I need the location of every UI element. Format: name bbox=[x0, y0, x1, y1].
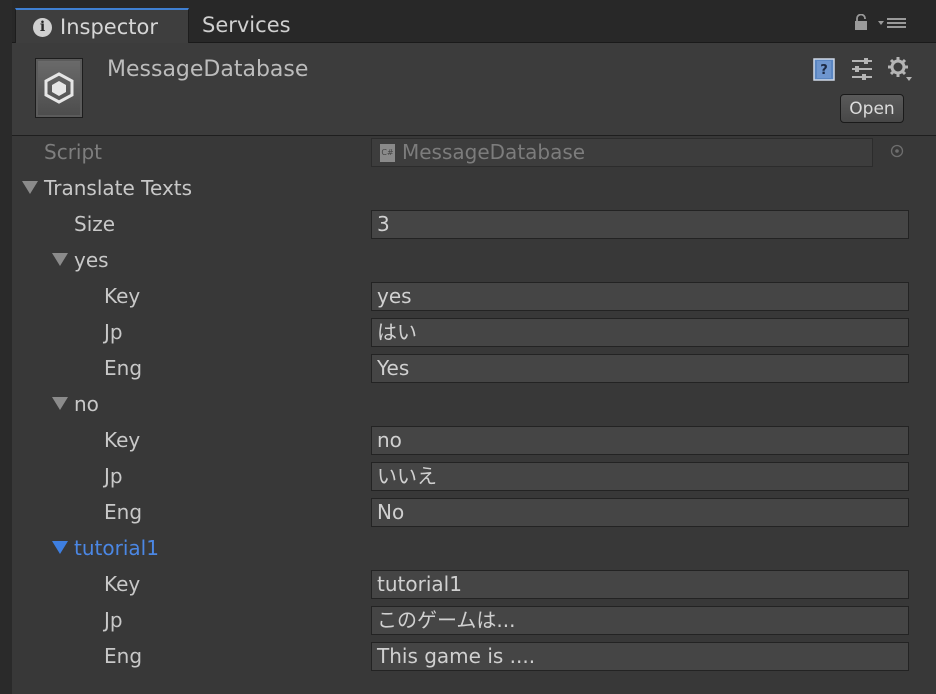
inspector-header: MessageDatabase ? Open bbox=[12, 43, 936, 136]
svg-text:?: ? bbox=[820, 63, 828, 78]
size-field[interactable]: 3 bbox=[371, 210, 909, 239]
tab-inspector-label: Inspector bbox=[60, 15, 158, 39]
key-row: Key yes bbox=[12, 280, 936, 316]
tab-bar: i Inspector Services bbox=[12, 0, 936, 44]
script-row: Script C# MessageDatabase bbox=[12, 136, 936, 172]
element-label: yes bbox=[52, 244, 109, 280]
object-picker-icon[interactable] bbox=[890, 144, 904, 158]
element-label: tutorial1 bbox=[52, 532, 159, 568]
eng-row: Eng Yes bbox=[12, 352, 936, 388]
menu-icon[interactable] bbox=[878, 16, 906, 30]
open-button[interactable]: Open bbox=[840, 94, 904, 123]
jp-row: Jp いいえ bbox=[12, 460, 936, 496]
foldout-triangle-icon[interactable] bbox=[52, 253, 68, 266]
key-field[interactable]: no bbox=[371, 426, 909, 455]
key-field[interactable]: tutorial1 bbox=[371, 570, 909, 599]
translate-texts-row[interactable]: Translate Texts bbox=[12, 172, 936, 208]
eng-label: Eng bbox=[104, 500, 143, 524]
eng-label: Eng bbox=[104, 644, 143, 668]
element-foldout-no[interactable]: no bbox=[12, 388, 936, 424]
key-field[interactable]: yes bbox=[371, 282, 909, 311]
eng-label: Eng bbox=[104, 356, 143, 380]
key-label: Key bbox=[104, 428, 141, 452]
jp-field[interactable]: いいえ bbox=[371, 462, 909, 491]
key-label: Key bbox=[104, 284, 141, 308]
jp-field[interactable]: このゲームは... bbox=[371, 606, 909, 635]
jp-label: Jp bbox=[104, 320, 123, 344]
info-icon: i bbox=[33, 17, 52, 37]
eng-field[interactable]: No bbox=[371, 498, 909, 527]
eng-row: Eng No bbox=[12, 496, 936, 532]
csharp-file-icon: C# bbox=[380, 143, 395, 162]
script-field[interactable]: C# MessageDatabase bbox=[371, 138, 873, 167]
size-label: Size bbox=[74, 212, 116, 236]
object-title: MessageDatabase bbox=[107, 57, 309, 82]
eng-field[interactable]: Yes bbox=[371, 354, 909, 383]
size-row: Size 3 bbox=[12, 208, 936, 244]
lock-icon[interactable] bbox=[854, 14, 868, 30]
help-book-icon[interactable]: ? bbox=[812, 57, 836, 81]
tab-services-label: Services bbox=[202, 13, 291, 37]
tab-inspector[interactable]: i Inspector bbox=[15, 8, 189, 44]
foldout-triangle-icon[interactable] bbox=[52, 397, 68, 410]
element-foldout-tutorial1[interactable]: tutorial1 bbox=[12, 532, 936, 568]
gear-icon[interactable] bbox=[888, 57, 912, 81]
eng-field[interactable]: This game is .... bbox=[371, 642, 909, 671]
script-label: Script bbox=[44, 140, 103, 164]
foldout-triangle-icon[interactable] bbox=[52, 541, 68, 554]
key-row: Key tutorial1 bbox=[12, 568, 936, 604]
jp-label: Jp bbox=[104, 464, 123, 488]
jp-row: Jp このゲームは... bbox=[12, 604, 936, 640]
element-foldout-yes[interactable]: yes bbox=[12, 244, 936, 280]
foldout-triangle-icon[interactable] bbox=[22, 181, 38, 194]
sliders-icon[interactable] bbox=[850, 57, 874, 81]
element-label: no bbox=[52, 388, 99, 424]
translate-texts-label: Translate Texts bbox=[22, 172, 192, 208]
jp-label: Jp bbox=[104, 608, 123, 632]
key-label: Key bbox=[104, 572, 141, 596]
inspector-body: Script C# MessageDatabase Translate Text… bbox=[12, 136, 936, 694]
jp-row: Jp はい bbox=[12, 316, 936, 352]
tab-services[interactable]: Services bbox=[202, 8, 291, 42]
script-value: MessageDatabase bbox=[402, 140, 586, 164]
key-row: Key no bbox=[12, 424, 936, 460]
eng-row: Eng This game is .... bbox=[12, 640, 936, 676]
jp-field[interactable]: はい bbox=[371, 318, 909, 347]
unity-script-icon bbox=[35, 58, 83, 118]
